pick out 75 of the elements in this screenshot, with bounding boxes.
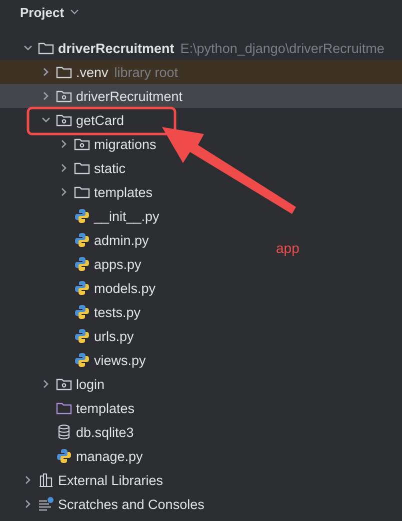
chevron-right-icon[interactable] bbox=[23, 499, 33, 509]
folder-icon bbox=[38, 41, 54, 55]
file-name: tests.py bbox=[94, 304, 141, 320]
python-icon bbox=[74, 280, 90, 296]
python-icon bbox=[74, 232, 90, 248]
file-name: static bbox=[94, 160, 126, 176]
chevron-down-icon[interactable] bbox=[70, 9, 80, 15]
file-name: apps.py bbox=[94, 256, 142, 272]
tree-row[interactable]: __init__.py bbox=[0, 204, 164, 228]
module-folder-icon bbox=[56, 89, 72, 103]
chevron-down-icon[interactable] bbox=[41, 115, 51, 125]
project-path: E:\python_django\driverRecruitme bbox=[180, 40, 384, 56]
chevron-right-icon[interactable] bbox=[41, 91, 51, 101]
python-icon bbox=[74, 328, 90, 344]
libraries-icon bbox=[38, 472, 54, 488]
chevron-right-icon[interactable] bbox=[23, 475, 33, 485]
folder-icon bbox=[74, 161, 90, 175]
tree-row[interactable]: tests.py bbox=[0, 300, 145, 324]
file-name: .venv bbox=[76, 64, 108, 80]
tree-row[interactable]: views.py bbox=[0, 348, 150, 372]
tree-row[interactable]: urls.py bbox=[0, 324, 138, 348]
tree-row[interactable]: login bbox=[0, 372, 109, 396]
chevron-right-icon[interactable] bbox=[59, 139, 69, 149]
chevron-right-icon[interactable] bbox=[59, 187, 69, 197]
python-icon bbox=[74, 208, 90, 224]
file-name: templates bbox=[94, 184, 153, 200]
tree-row[interactable]: External Libraries bbox=[0, 468, 168, 492]
tree-row[interactable]: manage.py bbox=[0, 444, 147, 468]
file-name: driverRecruitment bbox=[58, 40, 174, 56]
chevron-right-icon[interactable] bbox=[41, 67, 51, 77]
file-name: models.py bbox=[94, 280, 156, 296]
tree-row[interactable]: admin.py bbox=[0, 228, 153, 252]
file-name: views.py bbox=[94, 352, 146, 368]
file-name: urls.py bbox=[94, 328, 134, 344]
file-name: templates bbox=[76, 400, 135, 416]
python-icon bbox=[74, 256, 90, 272]
python-icon bbox=[56, 448, 72, 464]
tree-row[interactable]: migrations bbox=[0, 132, 160, 156]
database-icon bbox=[56, 424, 72, 440]
file-name: login bbox=[76, 376, 105, 392]
module-folder-icon bbox=[56, 113, 72, 127]
module-folder-icon bbox=[56, 377, 72, 391]
tree-row[interactable]: apps.py bbox=[0, 252, 146, 276]
file-name: Scratches and Consoles bbox=[58, 496, 204, 512]
file-name: driverRecruitment bbox=[76, 88, 183, 104]
chevron-right-icon[interactable] bbox=[41, 379, 51, 389]
folder-icon bbox=[56, 65, 72, 79]
file-name: manage.py bbox=[76, 448, 143, 464]
tree-row[interactable]: models.py bbox=[0, 276, 160, 300]
file-name: migrations bbox=[94, 136, 156, 152]
folder-icon bbox=[56, 401, 72, 415]
tree-row[interactable]: static bbox=[0, 156, 130, 180]
annotation-label: app bbox=[276, 240, 300, 256]
folder-icon bbox=[74, 185, 90, 199]
file-name: __init__.py bbox=[94, 208, 160, 224]
file-name: admin.py bbox=[94, 232, 149, 248]
tree-row[interactable]: templates bbox=[0, 180, 157, 204]
selected-tree-row[interactable]: driverRecruitment bbox=[0, 84, 402, 108]
library-root-label: library root bbox=[114, 64, 178, 80]
python-icon bbox=[74, 352, 90, 368]
python-icon bbox=[74, 304, 90, 320]
tree-row[interactable]: Scratches and Consoles bbox=[0, 492, 208, 516]
chevron-right-icon[interactable] bbox=[59, 163, 69, 173]
tree-row[interactable]: templates bbox=[0, 396, 139, 420]
highlighted-tree-row[interactable]: .venv library root bbox=[0, 60, 402, 84]
tree-row[interactable]: driverRecruitment E:\python_django\driverRecruitme bbox=[0, 36, 388, 60]
file-name: getCard bbox=[76, 112, 124, 128]
tree-row[interactable]: db.sqlite3 bbox=[0, 420, 138, 444]
module-folder-icon bbox=[74, 137, 90, 151]
file-name: External Libraries bbox=[58, 472, 164, 488]
tree-row[interactable]: getCard bbox=[0, 108, 128, 132]
panel-title[interactable]: Project bbox=[20, 4, 64, 20]
file-name: db.sqlite3 bbox=[76, 424, 134, 440]
chevron-down-icon[interactable] bbox=[23, 43, 33, 53]
scratches-icon bbox=[38, 496, 54, 512]
